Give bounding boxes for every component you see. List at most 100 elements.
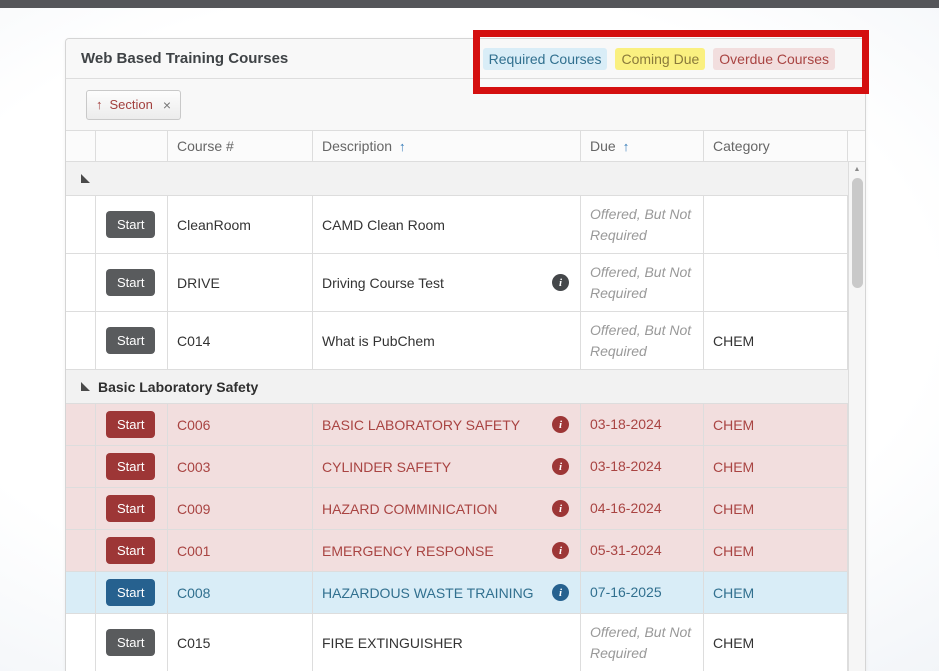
category bbox=[704, 254, 848, 311]
header-category-label: Category bbox=[713, 138, 770, 154]
group-chip-label: Section bbox=[110, 97, 153, 112]
legend-required-courses: Required Courses bbox=[483, 48, 608, 70]
scrollbar-thumb[interactable] bbox=[852, 178, 863, 288]
header-description[interactable]: Description ↑ bbox=[313, 131, 581, 161]
start-button[interactable]: Start bbox=[106, 269, 155, 296]
due-date: Offered, But Not Required bbox=[581, 196, 704, 253]
course-description: BASIC LABORATORY SAFETY bbox=[322, 417, 520, 433]
course-number: DRIVE bbox=[168, 254, 313, 311]
courses-table: Course # Description ↑ Due ↑ Category St… bbox=[66, 131, 865, 671]
expand-cell bbox=[66, 614, 96, 671]
course-description: HAZARDOUS WASTE TRAINING bbox=[322, 585, 534, 601]
action-cell: Start bbox=[96, 488, 168, 529]
course-description: CAMD Clean Room bbox=[322, 217, 445, 233]
header-expand-column bbox=[66, 131, 96, 161]
info-icon[interactable]: i bbox=[552, 500, 569, 517]
panel-header: Web Based Training Courses Required Cour… bbox=[66, 39, 865, 79]
expand-cell bbox=[66, 488, 96, 529]
header-course-number[interactable]: Course # bbox=[168, 131, 313, 161]
legend-overdue-courses: Overdue Courses bbox=[713, 48, 835, 70]
description-cell: FIRE EXTINGUISHER i bbox=[313, 614, 581, 671]
table-row: Start C001 EMERGENCY RESPONSE i 05-31-20… bbox=[66, 530, 865, 572]
expand-cell bbox=[66, 312, 96, 369]
course-number: C009 bbox=[168, 488, 313, 529]
action-cell: Start bbox=[96, 446, 168, 487]
start-button[interactable]: Start bbox=[106, 537, 155, 564]
start-button[interactable]: Start bbox=[106, 327, 155, 354]
table-row: Start CleanRoom CAMD Clean Room i Offere… bbox=[66, 196, 865, 254]
table-row: Start C003 CYLINDER SAFETY i 03-18-2024 … bbox=[66, 446, 865, 488]
group-chip-section[interactable]: ↑ Section × bbox=[86, 90, 181, 120]
info-icon[interactable]: i bbox=[552, 542, 569, 559]
expand-cell bbox=[66, 530, 96, 571]
category: CHEM bbox=[704, 446, 848, 487]
start-button[interactable]: Start bbox=[106, 411, 155, 438]
group-row[interactable] bbox=[66, 162, 865, 196]
table-body: Start CleanRoom CAMD Clean Room i Offere… bbox=[66, 162, 865, 671]
course-number: C014 bbox=[168, 312, 313, 369]
action-cell: Start bbox=[96, 530, 168, 571]
vertical-scrollbar[interactable]: ▲ bbox=[848, 162, 865, 671]
description-cell: HAZARD COMMINICATION i bbox=[313, 488, 581, 529]
category: CHEM bbox=[704, 530, 848, 571]
group-row[interactable]: Basic Laboratory Safety bbox=[66, 370, 865, 404]
course-number: C003 bbox=[168, 446, 313, 487]
description-cell: HAZARDOUS WASTE TRAINING i bbox=[313, 572, 581, 613]
table-row: Start DRIVE Driving Course Test i Offere… bbox=[66, 254, 865, 312]
info-icon[interactable]: i bbox=[552, 416, 569, 433]
category: CHEM bbox=[704, 312, 848, 369]
description-cell: CYLINDER SAFETY i bbox=[313, 446, 581, 487]
start-button[interactable]: Start bbox=[106, 629, 155, 656]
course-description: HAZARD COMMINICATION bbox=[322, 501, 498, 517]
course-number: C001 bbox=[168, 530, 313, 571]
sort-ascending-icon: ↑ bbox=[623, 139, 630, 154]
course-description: FIRE EXTINGUISHER bbox=[322, 635, 463, 651]
expand-cell bbox=[66, 254, 96, 311]
header-due[interactable]: Due ↑ bbox=[581, 131, 704, 161]
table-row: Start C014 What is PubChem i Offered, Bu… bbox=[66, 312, 865, 370]
description-cell: BASIC LABORATORY SAFETY i bbox=[313, 404, 581, 445]
info-icon[interactable]: i bbox=[552, 458, 569, 475]
expand-cell bbox=[66, 446, 96, 487]
start-button[interactable]: Start bbox=[106, 495, 155, 522]
course-number: CleanRoom bbox=[168, 196, 313, 253]
description-cell: What is PubChem i bbox=[313, 312, 581, 369]
due-date: Offered, But Not Required bbox=[581, 312, 704, 369]
table-row: Start C008 HAZARDOUS WASTE TRAINING i 07… bbox=[66, 572, 865, 614]
info-icon[interactable]: i bbox=[552, 584, 569, 601]
action-cell: Start bbox=[96, 312, 168, 369]
scrollbar-up-arrow[interactable]: ▲ bbox=[849, 162, 865, 176]
expand-cell bbox=[66, 196, 96, 253]
category: CHEM bbox=[704, 572, 848, 613]
header-action-column bbox=[96, 131, 168, 161]
start-button[interactable]: Start bbox=[106, 579, 155, 606]
collapse-icon[interactable] bbox=[81, 382, 90, 391]
header-category[interactable]: Category bbox=[704, 131, 848, 161]
group-name: Basic Laboratory Safety bbox=[98, 379, 258, 395]
action-cell: Start bbox=[96, 404, 168, 445]
start-button[interactable]: Start bbox=[106, 453, 155, 480]
description-cell: EMERGENCY RESPONSE i bbox=[313, 530, 581, 571]
course-description: EMERGENCY RESPONSE bbox=[322, 543, 494, 559]
category: CHEM bbox=[704, 404, 848, 445]
action-cell: Start bbox=[96, 254, 168, 311]
description-cell: CAMD Clean Room i bbox=[313, 196, 581, 253]
action-cell: Start bbox=[96, 572, 168, 613]
due-date: 03-18-2024 bbox=[581, 404, 704, 445]
table-row: Start C006 BASIC LABORATORY SAFETY i 03-… bbox=[66, 404, 865, 446]
course-description: Driving Course Test bbox=[322, 275, 444, 291]
sort-ascending-icon: ↑ bbox=[399, 139, 406, 154]
category: CHEM bbox=[704, 488, 848, 529]
training-courses-panel: Web Based Training Courses Required Cour… bbox=[65, 38, 866, 671]
description-cell: Driving Course Test i bbox=[313, 254, 581, 311]
due-date: Offered, But Not Required bbox=[581, 254, 704, 311]
info-icon[interactable]: i bbox=[552, 274, 569, 291]
collapse-icon[interactable] bbox=[81, 174, 90, 183]
table-row: Start C015 FIRE EXTINGUISHER i Offered, … bbox=[66, 614, 865, 671]
sort-ascending-icon[interactable]: ↑ bbox=[96, 97, 103, 112]
action-cell: Start bbox=[96, 196, 168, 253]
start-button[interactable]: Start bbox=[106, 211, 155, 238]
due-date: 07-16-2025 bbox=[581, 572, 704, 613]
expand-cell bbox=[66, 572, 96, 613]
chip-close-icon[interactable]: × bbox=[163, 97, 171, 113]
